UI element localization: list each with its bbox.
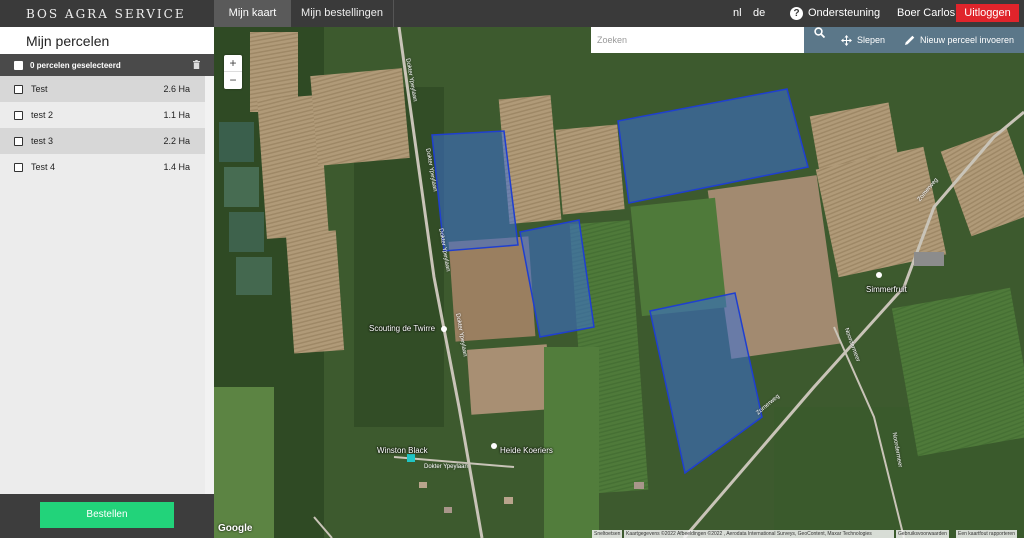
brand-name: Bos Agra Service	[26, 7, 186, 21]
logout-button[interactable]: Uitloggen	[956, 4, 1019, 22]
sidebar-scrollbar[interactable]	[205, 76, 214, 494]
select-all-checkbox[interactable]	[14, 60, 23, 70]
sidebar-footer: Bestellen	[0, 494, 214, 538]
order-button[interactable]: Bestellen	[40, 502, 174, 528]
google-logo: Google	[218, 523, 253, 534]
tab-mijn-bestellingen[interactable]: Mijn bestellingen	[291, 0, 394, 27]
zoom-out-button[interactable]: −	[224, 72, 242, 89]
language-nl[interactable]: nl	[733, 0, 742, 27]
map-pin-icon[interactable]	[876, 272, 882, 278]
map-pin-icon[interactable]	[407, 454, 415, 462]
selection-header: 0 percelen geselecteerd	[0, 54, 214, 76]
map-toolbar: Slepen Nieuw perceel invoeren	[804, 27, 1024, 53]
zoom-control: + −	[224, 55, 242, 89]
language-de[interactable]: de	[753, 0, 765, 27]
place-label-heide[interactable]: Heide Koeriers	[500, 446, 553, 455]
drag-tool-label: Slepen	[857, 35, 886, 45]
parcel-name: Test	[31, 84, 48, 94]
map-data-attribution: Kaartgegevens ©2022 Afbeeldingen ©2022 ,…	[624, 530, 894, 538]
parcel-row[interactable]: test 3 2.2 Ha	[0, 128, 205, 154]
top-navigation-bar: Bos Agra Service Mijn kaart Mijn bestell…	[0, 0, 1024, 27]
pencil-icon	[905, 35, 915, 45]
map-view[interactable]: + − Slepen Nieuw perceel invoeren Scouti…	[214, 27, 1024, 538]
parcel-row[interactable]: Test 4 1.4 Ha	[0, 154, 205, 180]
parcels-sidebar: Mijn percelen 0 percelen geselecteerd Te…	[0, 27, 214, 538]
new-parcel-button[interactable]: Nieuw perceel invoeren	[905, 27, 1014, 53]
satellite-map[interactable]	[214, 27, 1024, 538]
zoom-in-button[interactable]: +	[224, 55, 242, 72]
tab-mijn-kaart[interactable]: Mijn kaart	[214, 0, 291, 27]
parcel-row[interactable]: test 2 1.1 Ha	[0, 102, 205, 128]
terms-link[interactable]: Gebruiksvoorwaarden	[896, 530, 949, 538]
help-icon: ?	[790, 7, 803, 20]
parcel-checkbox[interactable]	[14, 136, 23, 146]
parcel-polygon[interactable]	[431, 130, 519, 252]
parcel-checkbox[interactable]	[14, 162, 23, 172]
report-map-error-link[interactable]: Een kaartfout rapporteren	[956, 530, 1017, 538]
move-icon	[841, 34, 852, 46]
road-label: Dokter Ypeylaan	[424, 464, 468, 470]
parcel-area: 1.1 Ha	[163, 110, 190, 120]
parcel-list: Test 2.6 Ha test 2 1.1 Ha test 3 2.2 Ha …	[0, 76, 205, 180]
parcel-area: 2.2 Ha	[163, 136, 190, 146]
keyboard-shortcuts-link[interactable]: Sneltoetsen	[592, 530, 623, 538]
selected-count: 0 percelen geselecteerd	[30, 60, 121, 70]
parcel-name: Test 4	[31, 162, 56, 172]
parcel-row[interactable]: Test 2.6 Ha	[0, 76, 205, 102]
brand-logo[interactable]: Bos Agra Service	[26, 5, 186, 23]
parcel-name: test 3	[31, 136, 54, 146]
new-parcel-label: Nieuw perceel invoeren	[920, 35, 1015, 45]
map-pin-icon[interactable]	[491, 443, 497, 449]
user-name[interactable]: Boer Carlos	[897, 0, 955, 27]
support-label: Ondersteuning	[808, 7, 881, 19]
place-label-winston[interactable]: Winston Black	[377, 446, 428, 455]
search-button[interactable]	[814, 27, 825, 38]
place-label-scouting[interactable]: Scouting de Twirre	[369, 324, 435, 333]
parcel-area: 1.4 Ha	[163, 162, 190, 172]
parcel-checkbox[interactable]	[14, 84, 23, 94]
drag-tool-button[interactable]: Slepen	[841, 27, 885, 53]
place-label-simmer[interactable]: Simmerfruit	[866, 285, 907, 294]
parcel-name: test 2	[31, 110, 54, 120]
parcel-checkbox[interactable]	[14, 110, 23, 120]
search-input[interactable]	[591, 27, 804, 53]
parcel-area: 2.6 Ha	[163, 84, 190, 94]
search-icon	[814, 27, 825, 38]
support-link[interactable]: ? Ondersteuning	[790, 0, 880, 27]
sidebar-title: Mijn percelen	[0, 27, 214, 54]
trash-icon[interactable]	[193, 60, 200, 69]
map-pin-icon[interactable]	[441, 326, 447, 332]
